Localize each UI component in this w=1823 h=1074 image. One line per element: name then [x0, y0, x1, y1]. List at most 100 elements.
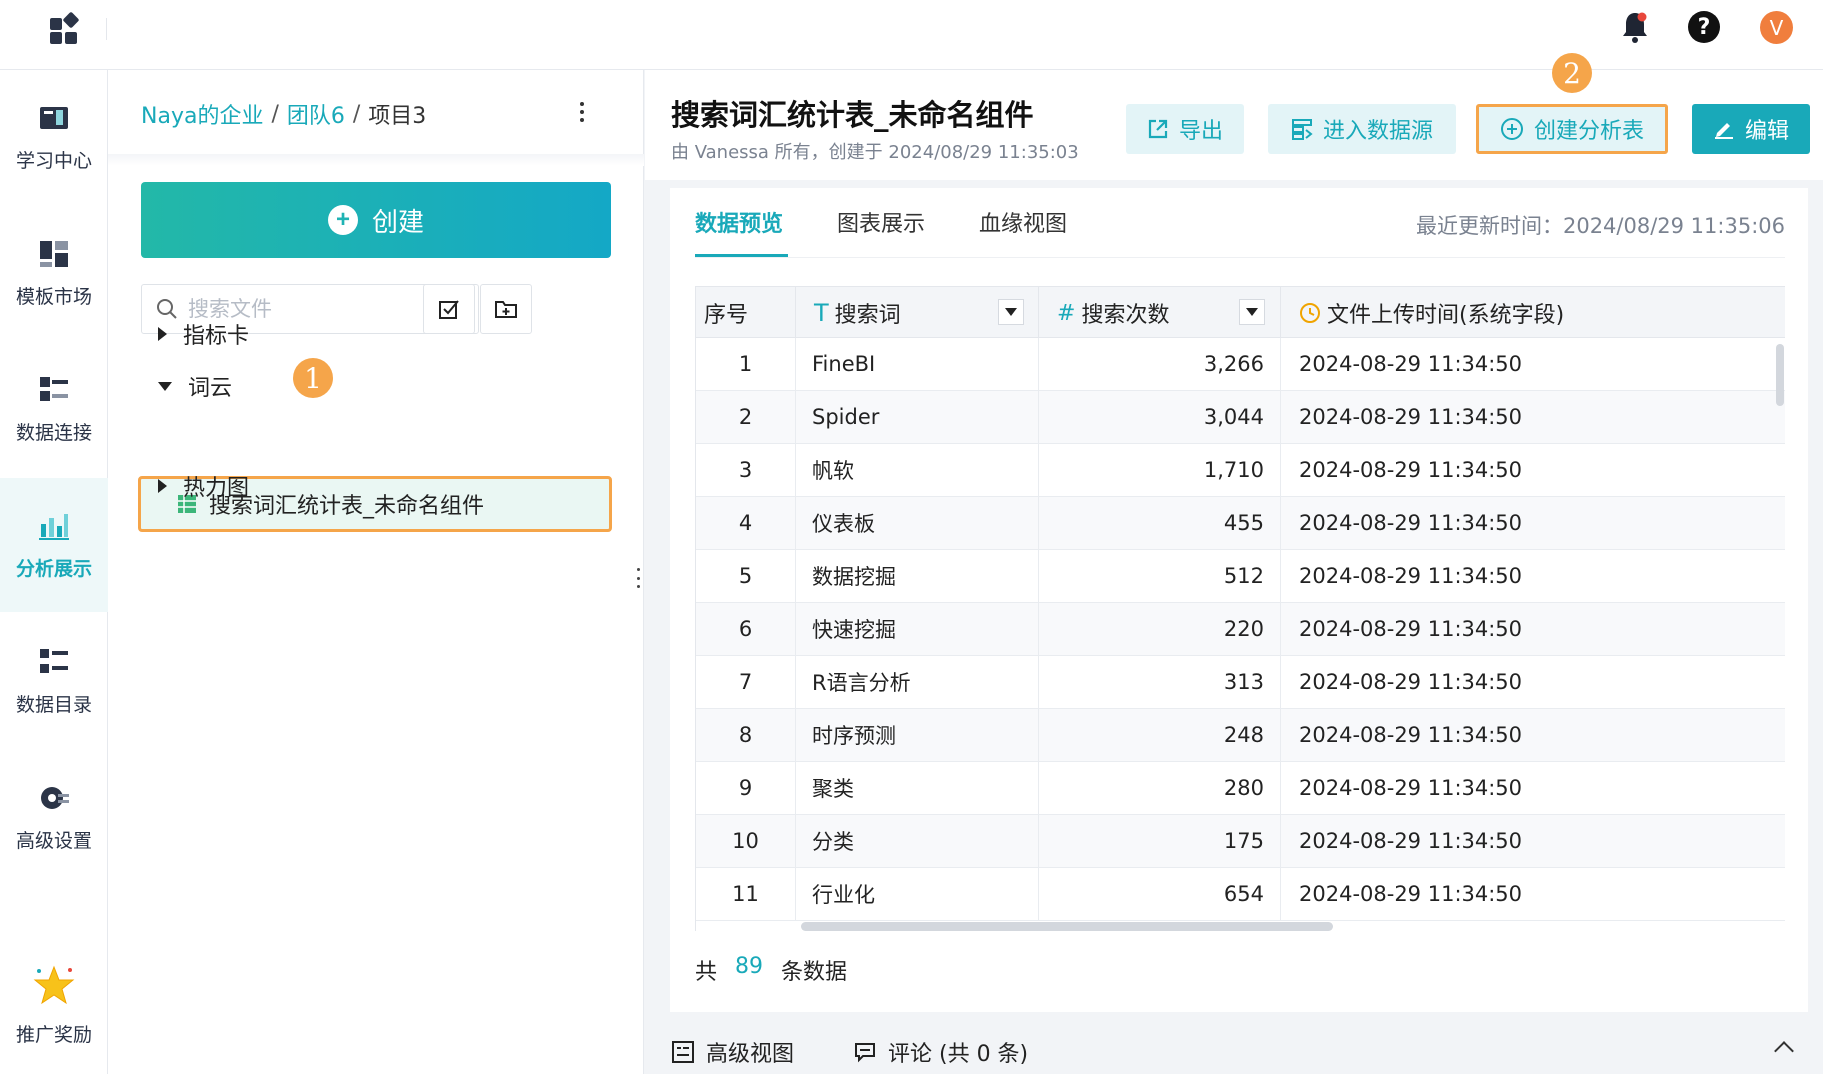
- comments-button[interactable]: 评论 (共 0 条): [854, 1036, 1028, 1068]
- edit-button[interactable]: 编辑: [1692, 104, 1810, 154]
- help-icon[interactable]: ?: [1688, 11, 1720, 43]
- table-cell: 3: [696, 444, 796, 496]
- column-label: 文件上传时间(系统字段): [1327, 303, 1565, 328]
- nav-item-learning-center[interactable]: 学习中心: [0, 70, 108, 204]
- table-cell: 快速挖掘: [796, 603, 1039, 655]
- edit-pencil-icon: [1714, 123, 1733, 139]
- left-nav: 学习中心 模板市场 数据连接 分析展示 数据目录 高级设置 推广奖励: [0, 70, 108, 1074]
- chevron-down-icon: [1246, 308, 1258, 316]
- total-prefix: 共: [695, 960, 718, 985]
- export-label: 导出: [1178, 118, 1223, 143]
- create-button[interactable]: + 创建: [141, 182, 611, 258]
- table-cell: 仪表板: [796, 497, 1039, 549]
- table-cell: 4: [696, 497, 796, 549]
- table-cell: 2024-08-29 11:34:50: [1299, 511, 1523, 535]
- search-icon: [157, 299, 177, 319]
- table-cell: 2024-08-29 11:34:50: [1299, 405, 1523, 429]
- nav-item-data-connection[interactable]: 数据连接: [0, 342, 108, 476]
- table-cell: 7: [696, 656, 796, 708]
- user-avatar[interactable]: V: [1760, 11, 1793, 44]
- table-cell: 3,044: [1039, 391, 1281, 443]
- tree-folder-word-cloud[interactable]: 词云: [158, 370, 232, 402]
- table-cell: 数据挖掘: [796, 550, 1039, 602]
- nav-item-data-catalog[interactable]: 数据目录: [0, 614, 108, 748]
- export-button[interactable]: 导出: [1126, 104, 1244, 154]
- batch-select-button[interactable]: [423, 284, 475, 334]
- table-row[interactable]: 7 R语言分析 313 2024-08-29 11:34:50: [696, 656, 1785, 709]
- table-cell: 2024-08-29 11:34:50: [1299, 829, 1523, 853]
- table-row[interactable]: 5 数据挖掘 512 2024-08-29 11:34:50: [696, 550, 1785, 603]
- table-cell: 9: [696, 762, 796, 814]
- table-row[interactable]: 8 时序预测 248 2024-08-29 11:34:50: [696, 709, 1785, 762]
- new-folder-button[interactable]: [480, 284, 532, 334]
- advanced-view-button[interactable]: 高级视图: [672, 1036, 794, 1068]
- bottom-bar: [645, 1020, 1823, 1074]
- tab-chart-display[interactable]: 图表展示: [837, 206, 925, 238]
- table-row[interactable]: 9 聚类 280 2024-08-29 11:34:50: [696, 762, 1785, 815]
- more-options-icon[interactable]: [578, 98, 586, 126]
- table-row[interactable]: 11 行业化 654 2024-08-29 11:34:50: [696, 868, 1785, 921]
- table-cell: 220: [1039, 603, 1281, 655]
- caret-down-icon: [158, 381, 172, 391]
- column-header-search-term[interactable]: T 搜索词: [796, 287, 1039, 339]
- nav-item-analysis-display[interactable]: 分析展示: [0, 478, 108, 612]
- tree-folder-label: 热力图: [183, 476, 250, 501]
- nav-item-template-market[interactable]: 模板市场: [0, 206, 108, 340]
- enter-datasource-button[interactable]: 进入数据源: [1268, 104, 1456, 154]
- breadcrumb-project: 项目3: [368, 104, 427, 129]
- nav-item-advanced-settings[interactable]: 高级设置: [0, 750, 108, 884]
- datasource-label: 进入数据源: [1322, 118, 1433, 143]
- file-panel: Naya的企业 / 团队6 / 项目3 + 创建 指标卡: [108, 70, 644, 1074]
- table-row[interactable]: 2 Spider 3,044 2024-08-29 11:34:50: [696, 391, 1785, 444]
- vertical-scrollbar[interactable]: [1776, 344, 1784, 406]
- nav-label: 数据目录: [15, 693, 92, 716]
- table-cell: 2024-08-29 11:34:50: [1299, 458, 1523, 482]
- column-header-upload-time[interactable]: 文件上传时间(系统字段): [1281, 287, 1785, 339]
- tab-lineage-view[interactable]: 血缘视图: [979, 206, 1067, 238]
- nav-label: 模板市场: [15, 285, 92, 308]
- catalog-icon: [40, 648, 68, 673]
- comment-icon: [855, 1043, 875, 1063]
- table-row[interactable]: 1 FineBI 3,266 2024-08-29 11:34:50: [696, 338, 1785, 391]
- horizontal-scrollbar[interactable]: [801, 922, 1333, 931]
- table-row[interactable]: 10 分类 175 2024-08-29 11:34:50: [696, 815, 1785, 868]
- table-row[interactable]: 3 帆软 1,710 2024-08-29 11:34:50: [696, 444, 1785, 497]
- table-cell: 时序预测: [796, 709, 1039, 761]
- caret-right-icon: [158, 327, 167, 341]
- bell-icon[interactable]: [1620, 10, 1650, 44]
- table-cell: 2024-08-29 11:34:50: [1299, 670, 1523, 694]
- step-badge-2: 2: [1552, 53, 1592, 93]
- breadcrumb-separator: /: [352, 101, 361, 127]
- table-cell: 455: [1039, 497, 1281, 549]
- table-cell: 248: [1039, 709, 1281, 761]
- tree-folder-heatmap[interactable]: 热力图: [158, 470, 249, 502]
- table-cell: Spider: [796, 391, 1039, 443]
- table-row[interactable]: 4 仪表板 455 2024-08-29 11:34:50: [696, 497, 1785, 550]
- clock-icon: [1300, 303, 1320, 323]
- tree-folder-indicator-card[interactable]: 指标卡: [158, 318, 249, 350]
- star-icon: [33, 965, 75, 1004]
- column-header-index[interactable]: 序号: [696, 287, 796, 339]
- table-cell: 2024-08-29 11:34:50: [1299, 617, 1523, 641]
- breadcrumb-enterprise[interactable]: Naya的企业: [141, 98, 263, 130]
- nav-label: 推广奖励: [15, 1023, 92, 1046]
- column-dropdown-button[interactable]: [1239, 299, 1265, 325]
- app-grid-icon[interactable]: [50, 11, 80, 44]
- nav-item-promotion-reward[interactable]: 推广奖励: [0, 938, 108, 1072]
- checkbox-icon: [439, 300, 459, 319]
- create-analysis-label: 创建分析表: [1533, 118, 1644, 143]
- total-number: 89: [735, 954, 764, 979]
- breadcrumb-team[interactable]: 团队6: [287, 98, 345, 130]
- number-type-icon: #: [1057, 300, 1076, 326]
- table-row[interactable]: 6 快速挖掘 220 2024-08-29 11:34:50: [696, 603, 1785, 656]
- table-cell: 2024-08-29 11:34:50: [1299, 564, 1523, 588]
- panel-resize-handle[interactable]: [637, 568, 641, 588]
- column-label: 搜索次数: [1081, 303, 1170, 328]
- tab-data-preview[interactable]: 数据预览: [695, 206, 783, 238]
- table-cell: 6: [696, 603, 796, 655]
- text-type-icon: T: [814, 299, 829, 327]
- create-analysis-table-button[interactable]: 创建分析表: [1476, 104, 1668, 154]
- column-dropdown-button[interactable]: [998, 299, 1024, 325]
- nav-label: 数据连接: [15, 421, 92, 444]
- column-header-search-count[interactable]: # 搜索次数: [1039, 287, 1281, 339]
